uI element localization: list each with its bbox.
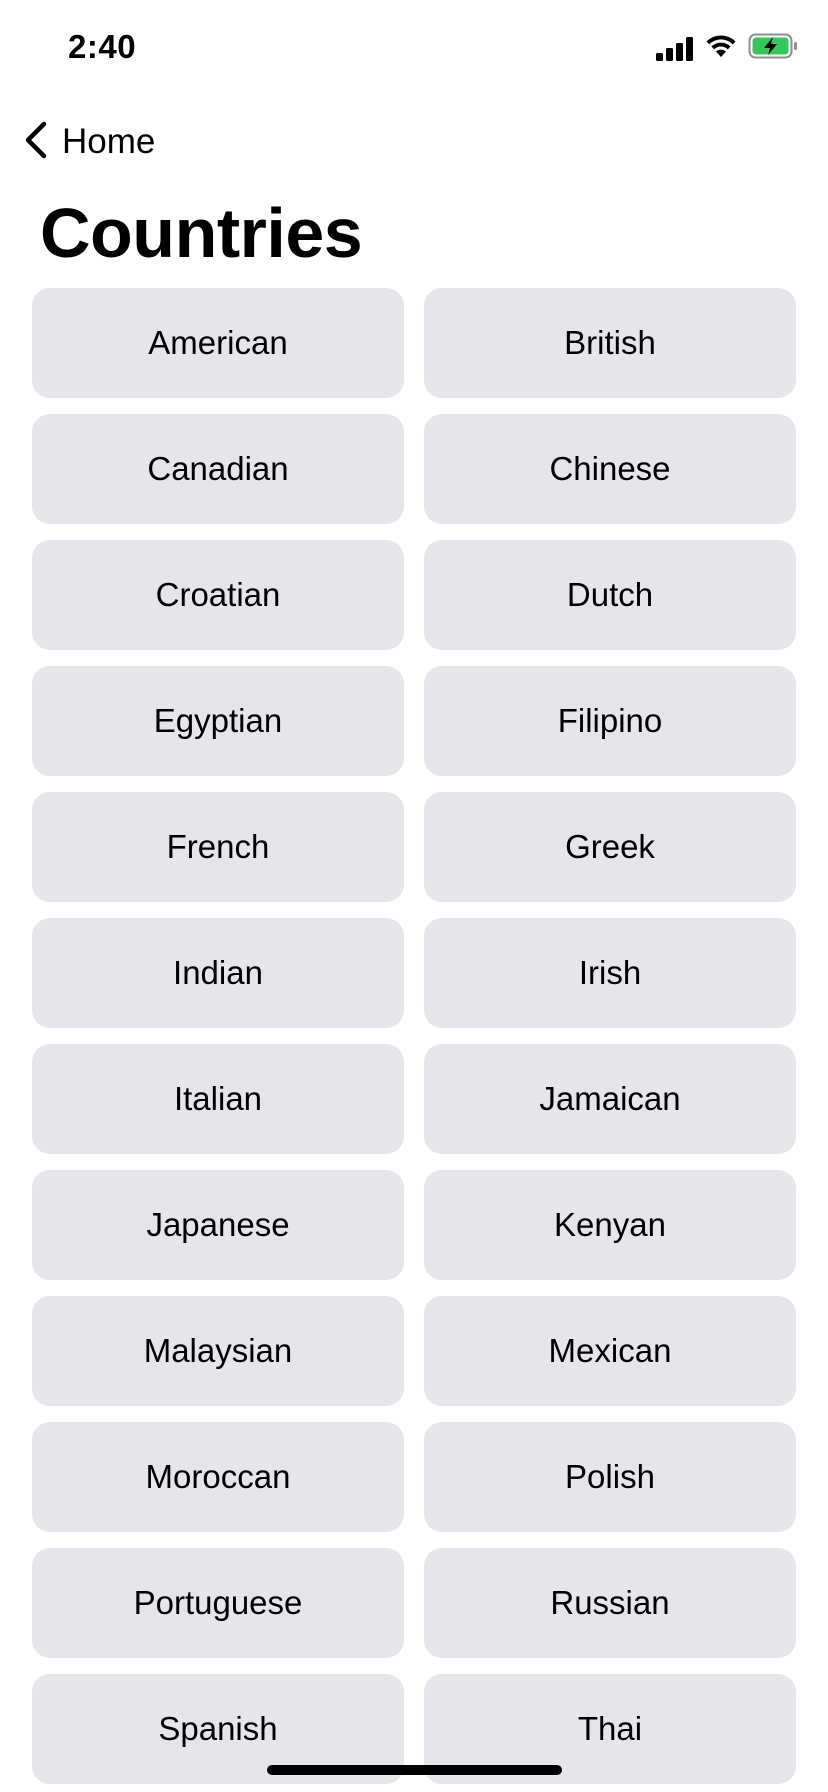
country-button-british[interactable]: British	[424, 288, 796, 398]
country-button-filipino[interactable]: Filipino	[424, 666, 796, 776]
country-button-irish[interactable]: Irish	[424, 918, 796, 1028]
country-button-japanese[interactable]: Japanese	[32, 1170, 404, 1280]
country-button-russian[interactable]: Russian	[424, 1548, 796, 1658]
chevron-left-icon	[24, 121, 48, 164]
country-button-polish[interactable]: Polish	[424, 1422, 796, 1532]
country-button-italian[interactable]: Italian	[32, 1044, 404, 1154]
country-button-dutch[interactable]: Dutch	[424, 540, 796, 650]
country-button-french[interactable]: French	[32, 792, 404, 902]
country-button-egyptian[interactable]: Egyptian	[32, 666, 404, 776]
back-button[interactable]: Home	[24, 118, 155, 166]
home-indicator[interactable]	[267, 1765, 562, 1775]
page-title: Countries	[40, 194, 363, 272]
country-button-indian[interactable]: Indian	[32, 918, 404, 1028]
country-button-malaysian[interactable]: Malaysian	[32, 1296, 404, 1406]
country-grid: American British Canadian Chinese Croatian Du…	[32, 288, 796, 1784]
battery-charging-icon	[748, 33, 798, 64]
cellular-signal-icon	[656, 36, 694, 61]
country-button-croatian[interactable]: Croatian	[32, 540, 404, 650]
wifi-icon	[704, 33, 738, 64]
back-button-label: Home	[62, 122, 156, 161]
country-button-canadian[interactable]: Canadian	[32, 414, 404, 524]
country-button-kenyan[interactable]: Kenyan	[424, 1170, 796, 1280]
country-button-mexican[interactable]: Mexican	[424, 1296, 796, 1406]
country-button-greek[interactable]: Greek	[424, 792, 796, 902]
country-button-chinese[interactable]: Chinese	[424, 414, 796, 524]
country-button-american[interactable]: American	[32, 288, 404, 398]
status-icons	[656, 33, 798, 64]
country-button-jamaican[interactable]: Jamaican	[424, 1044, 796, 1154]
status-bar: 2:40	[0, 0, 828, 100]
country-button-moroccan[interactable]: Moroccan	[32, 1422, 404, 1532]
status-time: 2:40	[68, 28, 137, 65]
country-button-portuguese[interactable]: Portuguese	[32, 1548, 404, 1658]
